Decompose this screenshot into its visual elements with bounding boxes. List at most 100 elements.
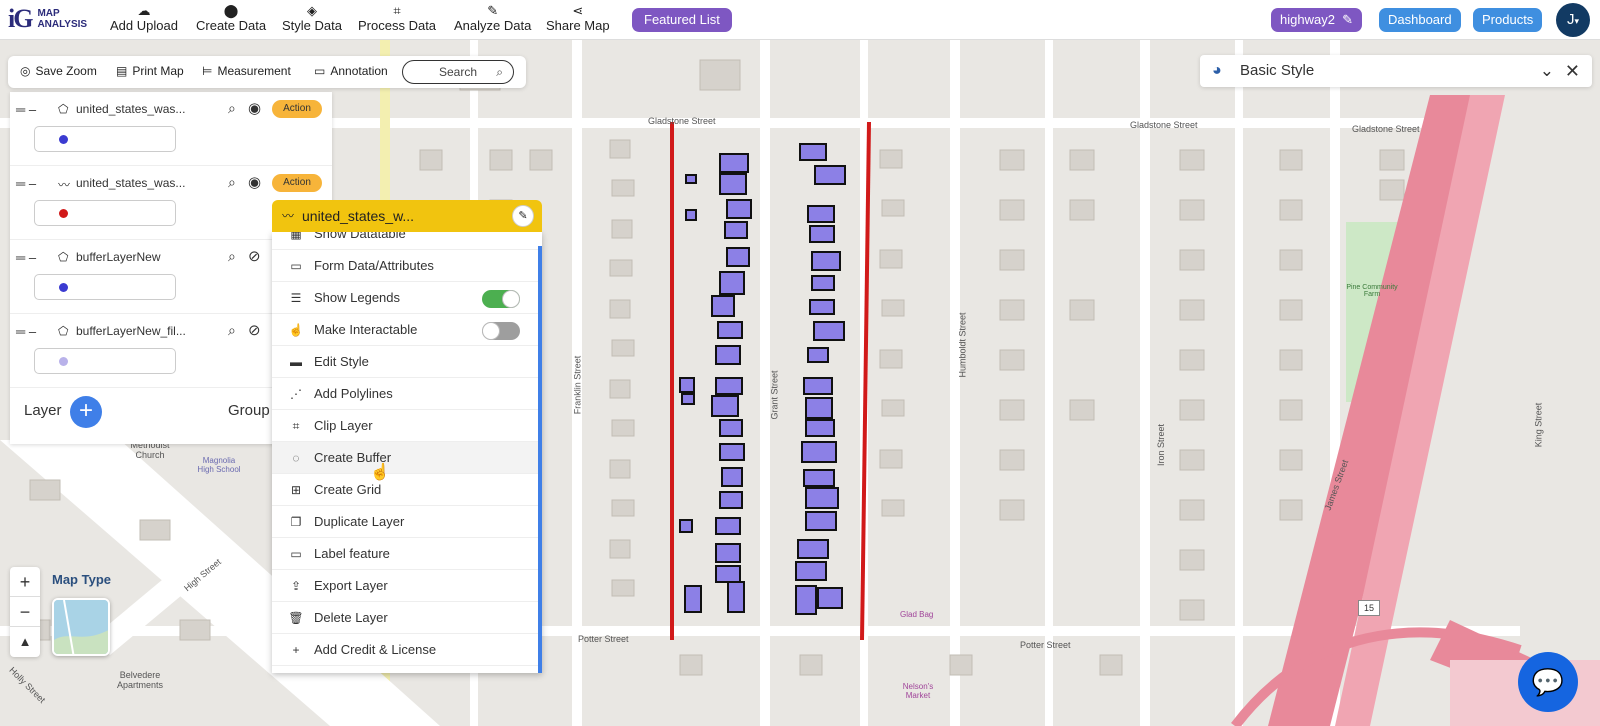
save-zoom-button[interactable]: ◎ Save Zoom xyxy=(20,64,97,78)
eye-slash-icon[interactable]: ⊘ xyxy=(248,247,261,265)
menu-item-clip-layer[interactable]: ⌗ Clip Layer xyxy=(272,410,538,442)
menu-item-show-legends[interactable]: ☰ Show Legends xyxy=(272,282,538,314)
menu-item-create-grid[interactable]: ⊞ Create Grid xyxy=(272,474,538,506)
menu-item-duplicate-layer[interactable]: ❐ Duplicate Layer xyxy=(272,506,538,538)
annotation-icon: ▭ xyxy=(314,64,326,78)
eye-icon[interactable]: ◉ xyxy=(248,99,261,117)
menu-scrollbar[interactable] xyxy=(538,246,542,673)
process-icon: ⌗ xyxy=(393,3,401,18)
chevron-down-icon[interactable]: ⌄ xyxy=(1540,55,1554,87)
legend-swatch xyxy=(59,135,68,144)
project-name-button[interactable]: highway2 ✎ xyxy=(1271,8,1363,32)
street-label-iron: Iron Street xyxy=(1156,423,1167,467)
add-layer-button[interactable]: + xyxy=(70,396,102,428)
drag-handle-icon[interactable]: ═ – xyxy=(16,324,36,339)
drag-handle-icon[interactable]: ═ – xyxy=(16,102,36,117)
layer-name: united_states_was... xyxy=(76,102,186,116)
zoom-out-button[interactable]: − xyxy=(10,597,40,627)
polygon-icon: ⬠ xyxy=(58,102,69,116)
make-interactable-toggle[interactable] xyxy=(482,322,520,340)
nav-analyze-data[interactable]: ✎ Analyze Data xyxy=(454,3,531,33)
target-icon: ◎ xyxy=(20,64,31,78)
table-icon: ▦ xyxy=(290,232,302,241)
edit-style-icon: ▬ xyxy=(290,355,302,369)
nav-style-data[interactable]: ◈ Style Data xyxy=(282,3,342,33)
zoom-to-layer-icon[interactable]: ⌕ xyxy=(228,174,236,191)
app-logo[interactable]: iG MAP ANALYSIS xyxy=(8,4,87,34)
menu-item-label: Duplicate Layer xyxy=(314,514,405,529)
dashboard-button[interactable]: Dashboard xyxy=(1379,8,1461,32)
edit-layer-name-button[interactable]: ✎ xyxy=(512,205,534,227)
nav-process-data[interactable]: ⌗ Process Data xyxy=(358,3,436,33)
map-search-input[interactable]: Search ⌕ xyxy=(402,60,514,84)
menu-item-label: Show Legends xyxy=(314,290,401,305)
trash-icon: 🗑 xyxy=(288,611,304,625)
zoom-to-layer-icon[interactable]: ⌕ xyxy=(228,100,236,117)
show-legends-toggle[interactable] xyxy=(482,290,520,308)
drag-handle-icon[interactable]: ═ – xyxy=(16,176,36,191)
logo-line-2: ANALYSIS xyxy=(37,19,88,30)
menu-item-export-layer[interactable]: ⇪ Export Layer xyxy=(272,570,538,602)
layer-action-button[interactable]: Action xyxy=(272,174,322,192)
nav-share-map[interactable]: ⋖ Share Map xyxy=(546,3,610,33)
menu-item-label-feature[interactable]: ▭ Label feature xyxy=(272,538,538,570)
highway-shield: 15 xyxy=(1358,600,1380,616)
menu-item-create-buffer[interactable]: ◌ Create Buffer xyxy=(272,442,538,474)
cloud-upload-icon: ☁ xyxy=(137,3,151,18)
zoom-to-layer-icon[interactable]: ⌕ xyxy=(228,248,236,265)
map-type-switcher[interactable] xyxy=(52,598,110,656)
menu-item-label: Add Polylines xyxy=(314,386,393,401)
street-label-potter-west: Potter Street xyxy=(578,634,629,644)
basic-style-title: Basic Style xyxy=(1240,62,1315,79)
print-map-label: Print Map xyxy=(132,64,184,78)
eye-slash-icon[interactable]: ⊘ xyxy=(248,321,261,339)
hand-pointer-icon: ☝ xyxy=(288,323,304,337)
polyline-icon: ⋰ xyxy=(290,387,302,401)
measurement-button[interactable]: ⊨ Measurement xyxy=(202,64,291,78)
menu-item-make-interactable[interactable]: ☝ Make Interactable xyxy=(272,314,538,346)
print-map-button[interactable]: ▤ Print Map xyxy=(116,64,184,78)
save-zoom-label: Save Zoom xyxy=(35,64,97,78)
menu-item-show-datatable[interactable]: ▦ Show Datatable xyxy=(272,232,538,250)
nav-create-data[interactable]: ⬤ Create Data xyxy=(196,3,266,33)
nav-process-data-label: Process Data xyxy=(358,18,437,33)
street-label-humboldt: Humboldt Street xyxy=(957,312,968,378)
annotation-button[interactable]: ▭ Annotation xyxy=(314,64,388,78)
basic-style-panel[interactable]: ◕ Basic Style ⌄ ✕ xyxy=(1200,55,1592,87)
menu-item-add-polylines[interactable]: ⋰ Add Polylines xyxy=(272,378,538,410)
menu-item-label: Create Grid xyxy=(314,482,382,497)
zoom-in-button[interactable]: + xyxy=(10,567,40,597)
compass-icon[interactable]: ▲ xyxy=(10,627,40,657)
legend-swatch xyxy=(59,357,68,366)
duplicate-icon: ❐ xyxy=(290,515,302,529)
drag-handle-icon[interactable]: ═ – xyxy=(16,250,36,265)
street-label-potter-east: Potter Street xyxy=(1020,640,1071,650)
menu-item-add-credit[interactable]: + Add Credit & License xyxy=(272,634,538,666)
user-avatar[interactable]: J▾ xyxy=(1556,3,1590,37)
printer-icon: ▤ xyxy=(116,64,128,78)
menu-item-form-data[interactable]: ▭ Form Data/Attributes xyxy=(272,250,538,282)
layer-tab-label[interactable]: Layer xyxy=(24,402,62,419)
layer-action-button[interactable]: Action xyxy=(272,100,322,118)
chat-support-button[interactable]: 💬 xyxy=(1518,652,1578,712)
featured-list-button[interactable]: Featured List xyxy=(632,8,732,32)
nav-add-upload[interactable]: ☁ Add Upload xyxy=(110,3,178,33)
menu-item-delete-layer[interactable]: 🗑 Delete Layer xyxy=(272,602,538,634)
menu-item-edit-style[interactable]: ▬ Edit Style xyxy=(272,346,538,378)
layer-row[interactable]: ═ – ⬠ united_states_was... ⌕ ◉ Action xyxy=(10,92,332,166)
context-menu-title: united_states_w... xyxy=(302,208,415,224)
legend-swatch xyxy=(59,209,68,218)
menu-item-label: Show Datatable xyxy=(314,232,406,241)
menu-item-label: Clip Layer xyxy=(314,418,373,433)
group-tab-label[interactable]: Group xyxy=(228,402,270,419)
eye-icon[interactable]: ◉ xyxy=(248,173,261,191)
menu-item-label: Edit Style xyxy=(314,354,369,369)
products-button[interactable]: Products xyxy=(1473,8,1543,32)
zoom-to-layer-icon[interactable]: ⌕ xyxy=(228,322,236,339)
close-icon[interactable]: ✕ xyxy=(1565,55,1580,87)
logo-line-1: MAP xyxy=(37,8,60,19)
pencil-icon: ✎ xyxy=(1338,12,1354,27)
caret-down-icon: ▾ xyxy=(1574,16,1580,26)
grid-icon: ⊞ xyxy=(290,483,302,497)
label-icon: ▭ xyxy=(290,547,302,561)
